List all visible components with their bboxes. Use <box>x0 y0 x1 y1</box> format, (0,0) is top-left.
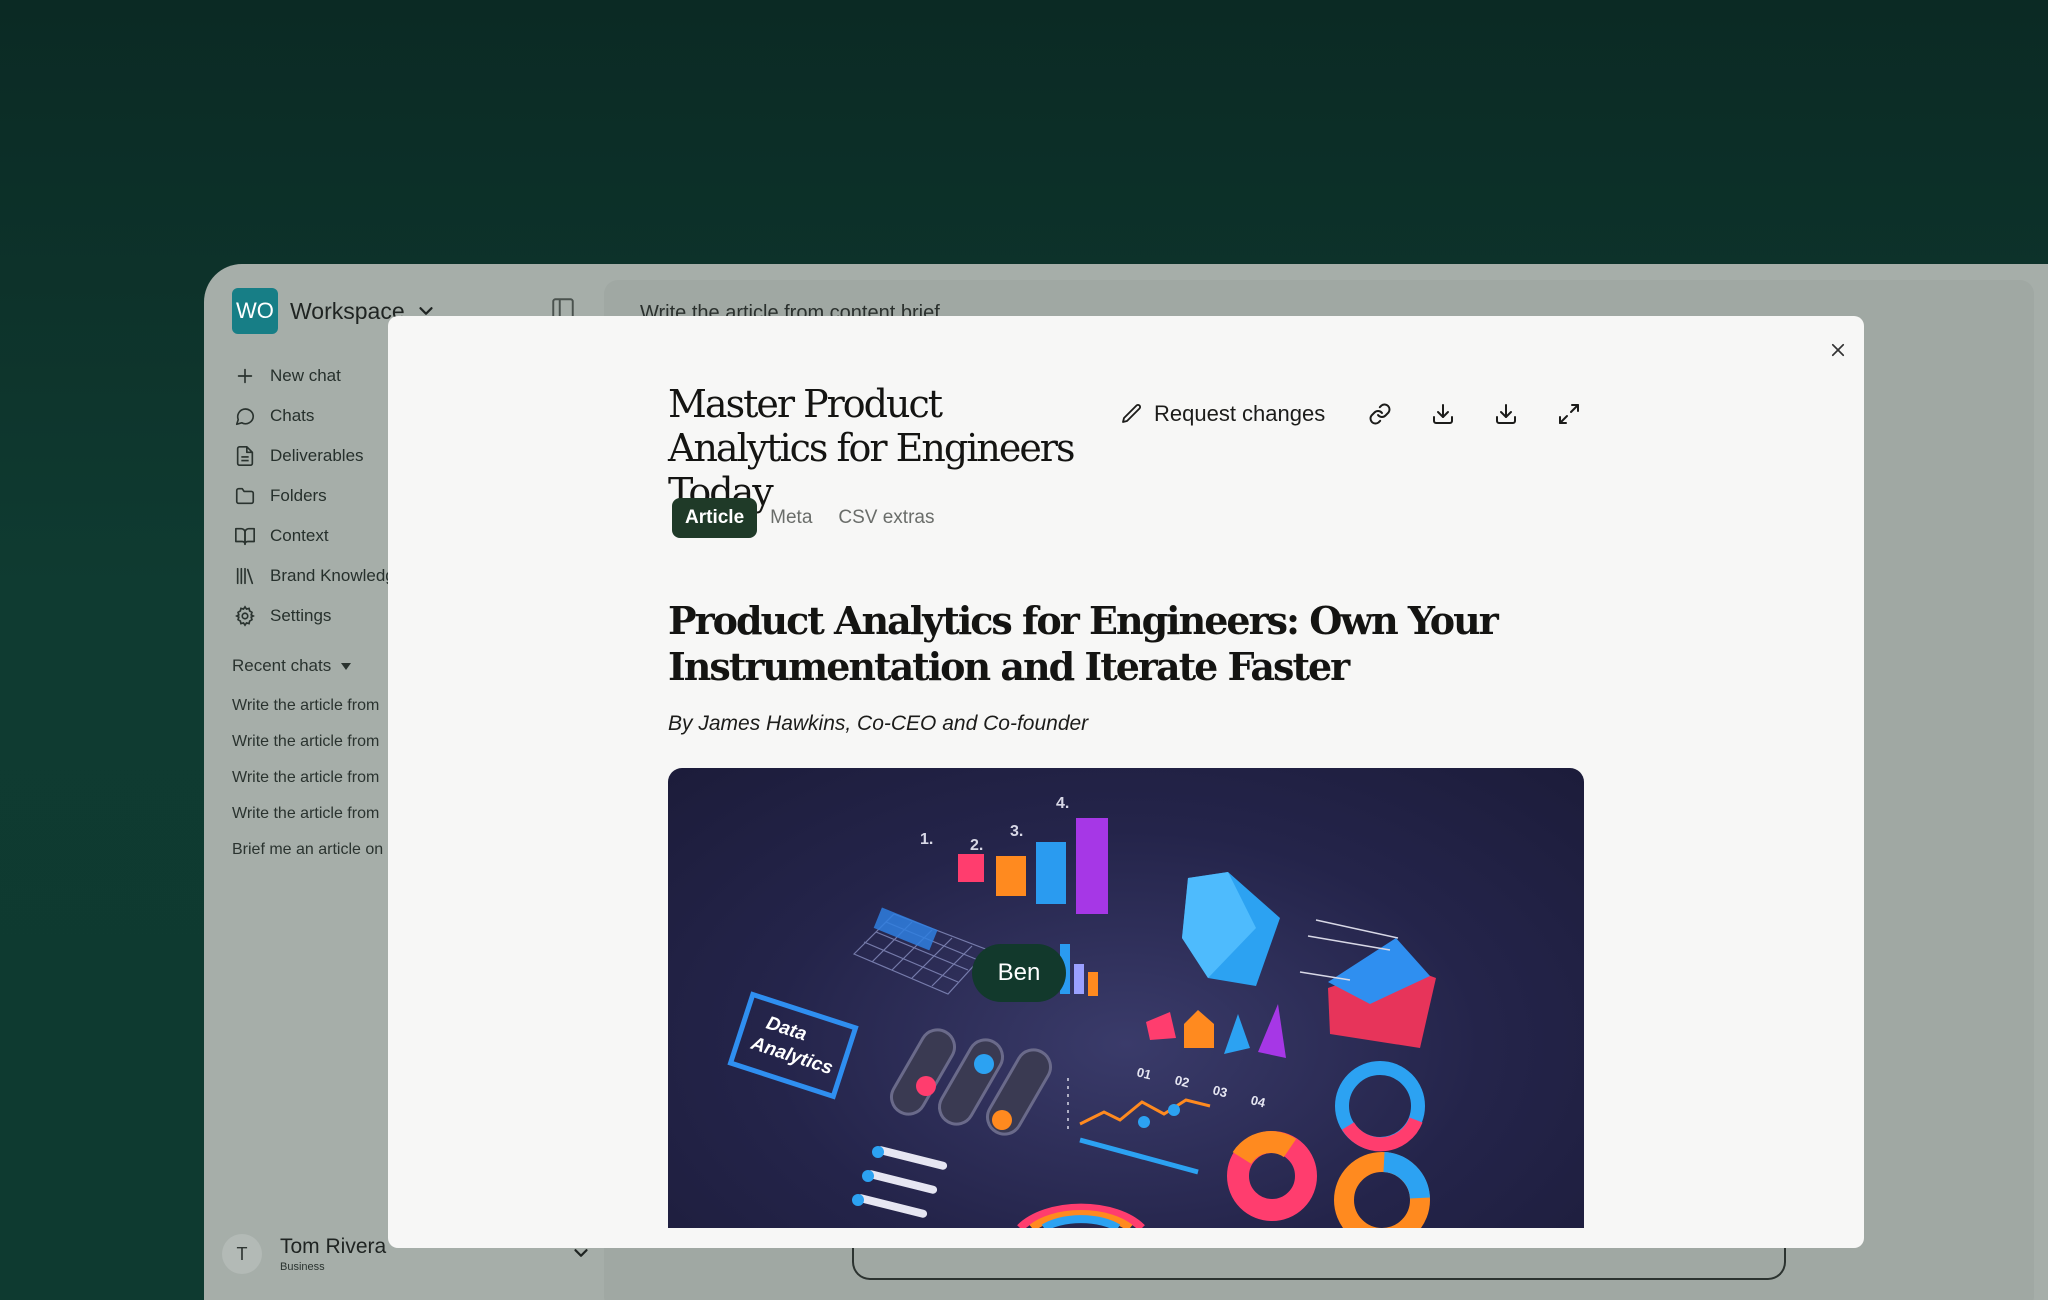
library-icon <box>236 567 254 585</box>
copy-link-button[interactable] <box>1360 394 1400 434</box>
nav-label: New chat <box>270 366 341 385</box>
tab-csv-extras[interactable]: CSV extras <box>825 498 947 538</box>
recent-chat-item[interactable]: Write the article from <box>232 688 383 724</box>
number-label: 04 <box>1249 1092 1267 1110</box>
download-icon <box>1496 404 1517 424</box>
expand-button[interactable] <box>1549 394 1589 434</box>
recent-chat-item[interactable]: Brief me an article on <box>232 832 383 868</box>
recent-chat-item[interactable]: Write the article from <box>232 796 383 832</box>
workspace-name: Workspace <box>290 297 405 324</box>
expand-icon <box>1559 404 1580 424</box>
nav-label: Brand Knowledge <box>270 566 405 585</box>
document-icon <box>236 446 254 466</box>
nav-settings[interactable]: Settings <box>234 596 404 636</box>
deliverable-title: Master Product Analytics for Engineers T… <box>668 382 1075 514</box>
nav-label: Folders <box>270 486 327 505</box>
nav-label: Deliverables <box>270 446 364 465</box>
step-label: 4. <box>1056 795 1069 812</box>
download-button[interactable] <box>1423 394 1463 434</box>
user-name: Tom Rivera <box>280 1235 387 1258</box>
article-byline: By James Hawkins, Co-CEO and Co-founder <box>668 712 1089 735</box>
nav-new-chat[interactable]: New chat <box>234 356 404 396</box>
nav-chats[interactable]: Chats <box>234 396 404 436</box>
deliverable-modal: Master Product Analytics for Engineers T… <box>388 316 1864 1248</box>
nav-label: Context <box>270 526 329 545</box>
analytics-illustration: 1. 2. 3. 4. 01 02 03 04 Data Analytics <box>727 795 1436 1228</box>
deliverable-tabs: Article Meta CSV extras <box>672 498 947 538</box>
caret-down-icon <box>341 662 352 670</box>
nav-label: Settings <box>270 606 332 625</box>
recent-chats-toggle[interactable]: Recent chats <box>232 656 352 676</box>
recent-chats-list: Write the article from Write the article… <box>232 688 383 868</box>
number-label: 03 <box>1211 1082 1229 1100</box>
slider-group <box>890 1028 1052 1136</box>
user-plan: Business <box>280 1261 325 1273</box>
sidebar-nav: New chat Chats Deliverables Folders Cont… <box>234 356 404 636</box>
chat-bubble-icon <box>235 408 255 426</box>
request-changes-button[interactable]: Request changes <box>1108 394 1337 434</box>
close-button[interactable] <box>1824 336 1852 364</box>
gear-icon <box>235 605 255 627</box>
nav-folders[interactable]: Folders <box>234 476 404 516</box>
link-icon <box>1369 403 1391 425</box>
step-label: 1. <box>920 831 933 848</box>
article-heading: Product Analytics for Engineers: Own You… <box>668 598 1499 689</box>
user-info: Tom Rivera Business <box>280 1235 386 1273</box>
bar-chart-3d <box>958 818 1108 914</box>
avatar: T <box>222 1234 262 1274</box>
hero-image: 1. 2. 3. 4. 01 02 03 04 Data Analytics B… <box>668 768 1584 1228</box>
request-changes-label: Request changes <box>1154 401 1326 426</box>
deliverable-toolbar: Request changes <box>1108 394 1589 434</box>
recent-chats-heading: Recent chats <box>232 656 332 675</box>
nav-label: Chats <box>270 406 315 425</box>
collaborator-cursor-label: Ben <box>972 944 1066 1002</box>
nav-brand-knowledge[interactable]: Brand Knowledge <box>234 556 404 596</box>
nav-deliverables[interactable]: Deliverables <box>234 436 404 476</box>
download-alt-button[interactable] <box>1486 394 1526 434</box>
plus-icon <box>237 368 253 384</box>
close-icon <box>1831 343 1845 357</box>
recent-chat-item[interactable]: Write the article from <box>232 724 383 760</box>
pencil-icon <box>1122 404 1141 423</box>
recent-chat-item[interactable]: Write the article from <box>232 760 383 796</box>
download-icon <box>1433 404 1454 424</box>
tab-meta[interactable]: Meta <box>757 498 825 538</box>
number-label: 02 <box>1173 1072 1191 1090</box>
tab-article[interactable]: Article <box>672 498 758 538</box>
folder-icon <box>235 487 255 505</box>
data-analytics-sign: Data Analytics <box>727 991 859 1100</box>
number-label: 01 <box>1135 1064 1153 1082</box>
workspace-avatar: WO <box>232 288 278 334</box>
book-icon <box>235 527 255 546</box>
step-label: 3. <box>1010 823 1023 840</box>
nav-context[interactable]: Context <box>234 516 404 556</box>
step-label: 2. <box>970 837 983 854</box>
